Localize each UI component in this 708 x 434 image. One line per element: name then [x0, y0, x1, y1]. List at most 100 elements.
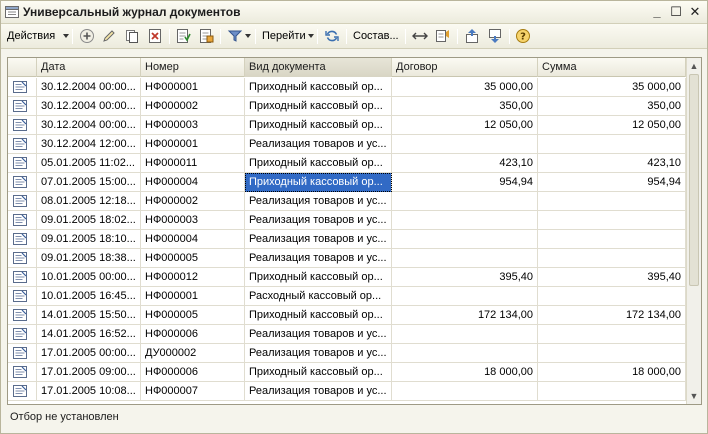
unpost-icon[interactable] [198, 28, 214, 44]
cell-number[interactable]: НФ000001 [141, 287, 245, 306]
cell-contract[interactable] [392, 211, 538, 230]
table-row[interactable]: 30.12.2004 00:00... НФ000002 Приходный кас… [8, 97, 686, 116]
table-row[interactable]: 17.01.2005 10:08... НФ000007 Реализация то… [8, 382, 686, 401]
refresh-icon[interactable] [324, 28, 340, 44]
table-row[interactable]: 30.12.2004 12:00... НФ000001 Реализация то… [8, 135, 686, 154]
cell-number[interactable]: НФ000001 [141, 78, 245, 97]
cell-icon[interactable] [8, 230, 37, 249]
cell-sum[interactable] [538, 135, 686, 154]
cell-icon[interactable] [8, 325, 37, 344]
cell-date[interactable]: 30.12.2004 00:00... [37, 97, 141, 116]
cell-icon[interactable] [8, 135, 37, 154]
cell-number[interactable]: НФ000007 [141, 382, 245, 401]
goto-menu-button[interactable]: Перейти [262, 27, 306, 46]
cell-date[interactable]: 30.12.2004 12:00... [37, 135, 141, 154]
cell-number[interactable]: НФ000003 [141, 211, 245, 230]
cell-date[interactable]: 10.01.2005 16:45... [37, 287, 141, 306]
cell-contract[interactable] [392, 135, 538, 154]
cell-contract[interactable]: 395,40 [392, 268, 538, 287]
cell-doc-type[interactable]: Реализация товаров и ус... [245, 230, 392, 249]
cell-doc-type[interactable]: Реализация товаров и ус... [245, 211, 392, 230]
cell-doc-type[interactable]: Приходный кассовый ор... [245, 78, 392, 97]
table-row[interactable]: 17.01.2005 00:00... ДУ000002 Реализация то… [8, 344, 686, 363]
column-header-contract[interactable]: Договор [392, 58, 538, 77]
maximize-button[interactable]: ☐ [668, 4, 684, 20]
cell-sum[interactable]: 35 000,00 [538, 78, 686, 97]
cell-contract[interactable]: 18 000,00 [392, 363, 538, 382]
cell-sum[interactable]: 423,10 [538, 154, 686, 173]
delete-icon[interactable] [147, 28, 163, 44]
cell-doc-type[interactable]: Реализация товаров и ус... [245, 249, 392, 268]
table-row[interactable]: 14.01.2005 16:52... НФ000006 Реализация то… [8, 325, 686, 344]
cell-icon[interactable] [8, 154, 37, 173]
cell-doc-type[interactable]: Реализация товаров и ус... [245, 382, 392, 401]
cell-date[interactable]: 10.01.2005 00:00... [37, 268, 141, 287]
cell-number[interactable]: НФ000002 [141, 97, 245, 116]
cell-doc-type[interactable]: Приходный кассовый ор... [245, 306, 392, 325]
cell-icon[interactable] [8, 249, 37, 268]
cell-sum[interactable] [538, 344, 686, 363]
table-row[interactable]: 09.01.2005 18:02... НФ000003 Реализация то… [8, 211, 686, 230]
interval-icon[interactable] [412, 28, 428, 44]
cell-icon[interactable] [8, 116, 37, 135]
add-icon[interactable] [79, 28, 95, 44]
cell-contract[interactable]: 172 134,00 [392, 306, 538, 325]
cell-doc-type[interactable]: Реализация товаров и ус... [245, 344, 392, 363]
scroll-down-icon[interactable]: ▼ [687, 389, 701, 403]
table-row[interactable]: 10.01.2005 16:45... НФ000001 Расходный кас… [8, 287, 686, 306]
cell-date[interactable]: 30.12.2004 00:00... [37, 78, 141, 97]
edit-icon[interactable] [101, 28, 117, 44]
cell-icon[interactable] [8, 306, 37, 325]
cell-sum[interactable] [538, 382, 686, 401]
cell-contract[interactable] [392, 230, 538, 249]
filter-icon[interactable] [227, 28, 243, 44]
cell-number[interactable]: ДУ000002 [141, 344, 245, 363]
title-bar[interactable]: Универсальный журнал документов _ ☐ ✕ [1, 1, 707, 24]
cell-icon[interactable] [8, 211, 37, 230]
minimize-button[interactable]: _ [649, 4, 665, 20]
filter-caret-icon[interactable] [245, 34, 251, 38]
scroll-up-icon[interactable]: ▲ [687, 59, 701, 73]
cell-contract[interactable]: 954,94 [392, 173, 538, 192]
table-row[interactable]: 17.01.2005 09:00... НФ000006 Приходный кас… [8, 363, 686, 382]
table-row[interactable]: 07.01.2005 15:00... НФ000004 Приходный кас… [8, 173, 686, 192]
cell-icon[interactable] [8, 192, 37, 211]
structure-icon[interactable] [435, 28, 451, 44]
cell-icon[interactable] [8, 268, 37, 287]
cell-date[interactable]: 14.01.2005 16:52... [37, 325, 141, 344]
cell-doc-type[interactable]: Приходный кассовый ор... [245, 173, 392, 192]
cell-sum[interactable]: 350,00 [538, 97, 686, 116]
cell-sum[interactable] [538, 325, 686, 344]
cell-number[interactable]: НФ000006 [141, 363, 245, 382]
cell-number[interactable]: НФ000005 [141, 306, 245, 325]
vertical-scrollbar[interactable]: ▲ ▼ [686, 58, 701, 404]
cell-date[interactable]: 30.12.2004 00:00... [37, 116, 141, 135]
cell-contract[interactable] [392, 249, 538, 268]
copy-icon[interactable] [124, 28, 140, 44]
help-icon[interactable]: ? [515, 28, 531, 44]
cell-date[interactable]: 17.01.2005 10:08... [37, 382, 141, 401]
cell-date[interactable]: 17.01.2005 09:00... [37, 363, 141, 382]
cell-sum[interactable] [538, 249, 686, 268]
cell-number[interactable]: НФ000002 [141, 192, 245, 211]
cell-date[interactable]: 05.01.2005 11:02... [37, 154, 141, 173]
cell-date[interactable]: 14.01.2005 15:50... [37, 306, 141, 325]
cell-doc-type[interactable]: Расходный кассовый ор... [245, 287, 392, 306]
cell-sum[interactable] [538, 287, 686, 306]
cell-date[interactable]: 09.01.2005 18:02... [37, 211, 141, 230]
column-header-icon[interactable] [8, 58, 37, 77]
table-row[interactable]: 09.01.2005 18:38... НФ000005 Реализация то… [8, 249, 686, 268]
table-row[interactable]: 05.01.2005 11:02... НФ000011 Приходный кас… [8, 154, 686, 173]
cell-date[interactable]: 09.01.2005 18:10... [37, 230, 141, 249]
cell-number[interactable]: НФ000011 [141, 154, 245, 173]
cell-sum[interactable]: 12 050,00 [538, 116, 686, 135]
cell-contract[interactable] [392, 382, 538, 401]
cell-sum[interactable]: 18 000,00 [538, 363, 686, 382]
cell-contract[interactable] [392, 287, 538, 306]
post-icon[interactable] [175, 28, 191, 44]
cell-sum[interactable] [538, 192, 686, 211]
cell-date[interactable]: 07.01.2005 15:00... [37, 173, 141, 192]
cell-icon[interactable] [8, 344, 37, 363]
cell-icon[interactable] [8, 382, 37, 401]
column-header-doc-type[interactable]: Вид документа [245, 58, 392, 77]
